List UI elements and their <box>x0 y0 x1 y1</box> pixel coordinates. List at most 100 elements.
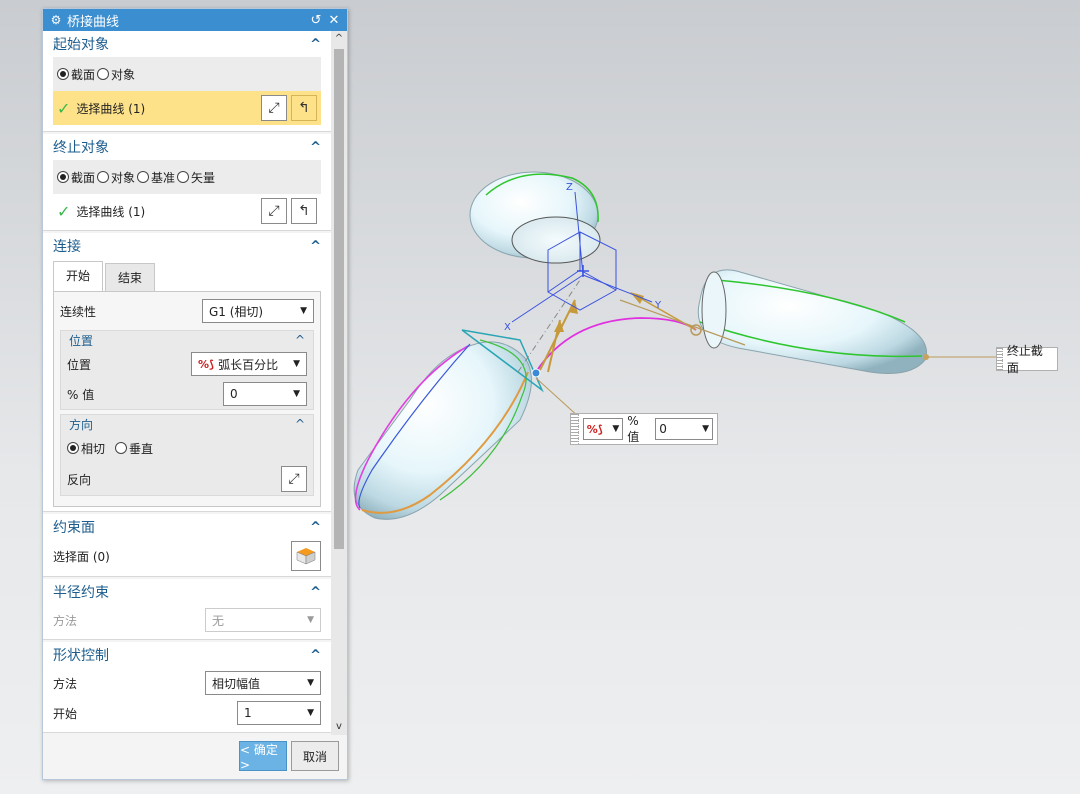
dialog-titlebar[interactable]: ⚙ 桥接曲线 ↺ ✕ <box>43 9 347 31</box>
scroll-up-icon[interactable]: ^ <box>331 31 347 47</box>
position-row: 位置 %⟆ 弧长百分比 ▼ <box>61 349 313 379</box>
tab-start[interactable]: 开始 <box>53 261 104 291</box>
subgroup-header-position[interactable]: 位置 ^ <box>61 331 313 349</box>
reverse-direction-icon[interactable]: ⤢ <box>261 95 287 121</box>
percent-arc-icon: %⟆ <box>198 357 215 371</box>
collapse-chevron-icon[interactable]: ^ <box>295 417 305 431</box>
radio-normal[interactable]: 垂直 <box>115 440 153 457</box>
collapse-chevron-icon[interactable]: ^ <box>310 585 321 600</box>
radio-end-datum[interactable]: 基准 <box>137 169 175 186</box>
subgroup-direction: 方向 ^ 相切 垂直 反向 ⤢ <box>60 414 314 496</box>
float-method-dropdown[interactable]: %⟆ ▼ <box>582 418 624 440</box>
end-select-curve-label: 选择曲线 (1) <box>76 204 146 219</box>
group-header-radius[interactable]: 半径约束 ^ <box>43 579 331 605</box>
scroll-thumb[interactable] <box>334 49 344 549</box>
collapse-chevron-icon[interactable]: ^ <box>310 239 321 254</box>
group-radius-constraint: 半径约束 ^ 方法 无 ▼ <box>43 579 331 640</box>
direction-radio-row: 相切 垂直 <box>61 433 313 463</box>
curve-pick-icon[interactable]: ↰ <box>291 95 317 121</box>
curve-pick-icon[interactable]: ↰ <box>291 198 317 224</box>
group-header-start-object[interactable]: 起始对象 ^ <box>43 31 331 57</box>
dialog-scrollbar[interactable]: ^ v <box>331 31 347 735</box>
radius-method-label: 方法 <box>53 613 78 628</box>
gear-icon: ⚙ <box>50 13 62 27</box>
group-header-end-object[interactable]: 终止对象 ^ <box>43 134 331 160</box>
float-pct-label: % 值 <box>627 413 640 444</box>
reset-icon[interactable]: ↺ <box>309 13 323 28</box>
group-header-constraint-face[interactable]: 约束面 ^ <box>43 514 331 540</box>
pct-value-label: % 值 <box>67 387 95 402</box>
collapse-chevron-icon[interactable]: ^ <box>310 140 321 155</box>
group-end-object: 终止对象 ^ 截面 对象 基准 矢量 ✓ 选择曲线 (1) ⤢ ↰ <box>43 134 331 231</box>
connection-tabs: 开始 结束 <box>53 261 321 291</box>
group-constraint-face: 约束面 ^ 选择面 (0) <box>43 514 331 577</box>
axis-x-label: X <box>504 322 511 333</box>
radius-method-row: 方法 无 ▼ <box>43 605 331 635</box>
float-pct-value-field[interactable]: 0 ▼ <box>655 418 714 440</box>
position-method-dropdown[interactable]: %⟆ 弧长百分比 ▼ <box>191 352 307 376</box>
group-connection: 连接 ^ 开始 结束 连续性 G1 (相切) ▼ 位置 ^ 位置 %⟆ 弧长百分… <box>43 233 331 512</box>
left-egg-body[interactable] <box>353 329 544 520</box>
start-select-curve-row[interactable]: ✓ 选择曲线 (1) ⤢ ↰ <box>53 91 321 125</box>
ok-button[interactable]: < 确定 > <box>239 741 287 772</box>
tab-end[interactable]: 结束 <box>105 263 156 291</box>
tag-grip[interactable] <box>997 348 1003 370</box>
radio-start-section[interactable]: 截面 <box>57 66 95 83</box>
dialog-footer: < 确定 > 取消 <box>239 741 339 772</box>
right-egg-body[interactable] <box>697 269 998 374</box>
reverse-direction-icon[interactable]: ⤢ <box>281 466 307 492</box>
radio-end-section[interactable]: 截面 <box>57 169 95 186</box>
continuity-dropdown[interactable]: G1 (相切) ▼ <box>202 299 314 323</box>
reverse-row: 反向 ⤢ <box>61 463 313 495</box>
end-type-radio-group: 截面 对象 基准 矢量 <box>53 160 321 194</box>
group-start-object: 起始对象 ^ 截面 对象 ✓ 选择曲线 (1) ⤢ ↰ <box>43 31 331 132</box>
collapse-chevron-icon[interactable]: ^ <box>295 333 305 347</box>
axis-y-label: Y <box>654 300 662 311</box>
percent-arc-icon: %⟆ <box>586 422 603 436</box>
end-section-tag[interactable]: 终止截面 <box>996 344 1058 375</box>
end-select-curve-row[interactable]: ✓ 选择曲线 (1) ⤢ ↰ <box>53 194 321 228</box>
radius-method-dropdown[interactable]: 无 ▼ <box>205 608 321 632</box>
collapse-chevron-icon[interactable]: ^ <box>310 520 321 535</box>
check-icon: ✓ <box>57 98 71 118</box>
pct-value-row: % 值 0 ▼ <box>61 379 313 409</box>
collapse-chevron-icon[interactable]: ^ <box>310 37 321 52</box>
reverse-direction-icon[interactable]: ⤢ <box>261 198 287 224</box>
shape-method-row: 方法 相切幅值 ▼ <box>43 668 331 698</box>
cancel-button[interactable]: 取消 <box>291 741 339 771</box>
group-shape-control: 形状控制 ^ 方法 相切幅值 ▼ 开始 1 ▼ <box>43 642 331 733</box>
shape-start-field[interactable]: 1 ▼ <box>237 701 321 725</box>
group-header-connection[interactable]: 连接 ^ <box>43 233 331 259</box>
face-select-icon[interactable] <box>291 541 321 571</box>
subgroup-position: 位置 ^ 位置 %⟆ 弧长百分比 ▼ % 值 0 ▼ <box>60 330 314 410</box>
scroll-down-icon[interactable]: v <box>331 719 347 735</box>
radio-start-object[interactable]: 对象 <box>97 66 135 83</box>
axis-z-label: Z <box>566 182 573 193</box>
connection-tab-panel: 连续性 G1 (相切) ▼ 位置 ^ 位置 %⟆ 弧长百分比 ▼ % 值 0 ▼… <box>53 291 321 507</box>
position-label: 位置 <box>67 357 92 372</box>
pct-value-field[interactable]: 0 ▼ <box>223 382 307 406</box>
onscreen-pct-input[interactable]: %⟆ ▼ % 值 0 ▼ <box>570 413 718 445</box>
check-icon: ✓ <box>57 201 71 221</box>
reverse-label: 反向 <box>67 472 92 487</box>
subgroup-header-direction[interactable]: 方向 ^ <box>61 415 313 433</box>
group-header-shape[interactable]: 形状控制 ^ <box>43 642 331 668</box>
collapse-chevron-icon[interactable]: ^ <box>310 648 321 663</box>
close-icon[interactable]: ✕ <box>327 13 341 28</box>
dialog-scroll-area[interactable]: 起始对象 ^ 截面 对象 ✓ 选择曲线 (1) ⤢ ↰ 终止对象 ^ 截面 对象 <box>43 31 331 735</box>
input-grip[interactable] <box>571 414 579 444</box>
shape-start-label: 开始 <box>53 706 78 721</box>
shape-method-dropdown[interactable]: 相切幅值 ▼ <box>205 671 321 695</box>
select-face-label: 选择面 (0) <box>53 549 110 564</box>
shape-method-label: 方法 <box>53 676 78 691</box>
select-face-row[interactable]: 选择面 (0) <box>43 540 331 572</box>
bridge-curve-dialog: ⚙ 桥接曲线 ↺ ✕ 起始对象 ^ 截面 对象 ✓ 选择曲线 (1) ⤢ ↰ 终… <box>42 8 348 780</box>
radio-tangent[interactable]: 相切 <box>67 440 105 457</box>
start-select-curve-label: 选择曲线 (1) <box>76 101 146 116</box>
radio-end-object[interactable]: 对象 <box>97 169 135 186</box>
radio-end-vector[interactable]: 矢量 <box>177 169 215 186</box>
end-section-label: 终止截面 <box>1006 344 1043 375</box>
shape-start-row: 开始 1 ▼ <box>43 698 331 728</box>
continuity-row: 连续性 G1 (相切) ▼ <box>58 296 316 326</box>
start-type-radio-group: 截面 对象 <box>53 57 321 91</box>
